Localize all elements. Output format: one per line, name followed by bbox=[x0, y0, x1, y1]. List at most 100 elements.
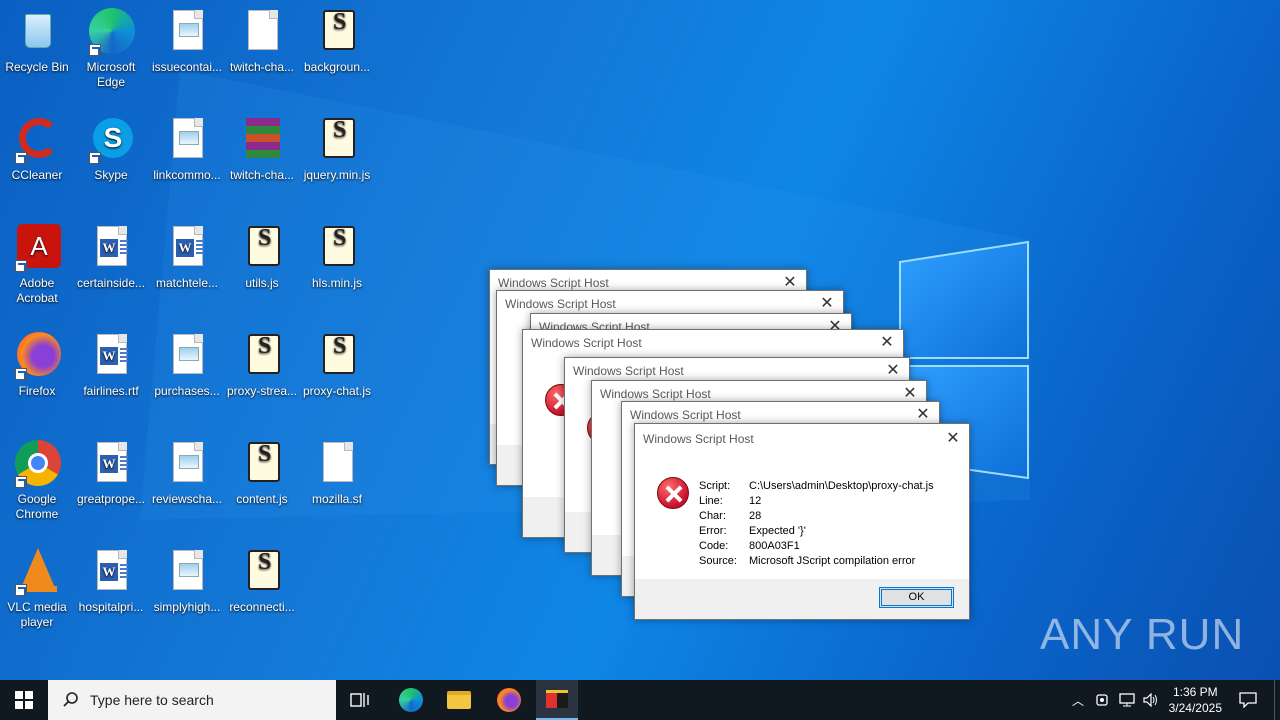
taskbar-file-explorer[interactable] bbox=[438, 680, 480, 720]
desktop-icon-file[interactable]: mozilla.sf bbox=[300, 440, 374, 507]
desktop-icon-file[interactable]: backgroun... bbox=[300, 8, 374, 75]
clock[interactable]: 1:36 PM 3/24/2025 bbox=[1169, 684, 1222, 716]
desktop-icon-file[interactable]: proxy-chat.js bbox=[300, 332, 374, 399]
desktop-icon-firefox[interactable]: Firefox bbox=[0, 332, 74, 399]
script-label: Script: bbox=[699, 480, 731, 492]
desktop-icon-file[interactable]: W hospitalpri... bbox=[74, 548, 148, 615]
desktop-icon-ccleaner[interactable]: CCleaner bbox=[0, 116, 74, 183]
edge-icon bbox=[87, 8, 135, 56]
desktop-icon-label: jquery.min.js bbox=[303, 168, 371, 182]
task-view-icon bbox=[350, 693, 369, 707]
clock-time: 1:36 PM bbox=[1172, 685, 1218, 699]
desktop-icon-google-chrome[interactable]: Google Chrome bbox=[0, 440, 74, 522]
windows-icon bbox=[15, 691, 33, 709]
taskbar-firefox[interactable] bbox=[488, 680, 530, 720]
error-label: Error: bbox=[699, 525, 727, 537]
desktop-icon-file[interactable]: W fairlines.rtf bbox=[74, 332, 148, 399]
script-file-icon bbox=[238, 224, 286, 272]
desktop-icon-file[interactable]: simplyhigh... bbox=[150, 548, 224, 615]
tray-network-icon[interactable] bbox=[1116, 680, 1138, 720]
script-file-icon bbox=[313, 116, 361, 164]
firefox-icon bbox=[497, 688, 521, 712]
dialog-title: Windows Script Host bbox=[505, 297, 616, 311]
image-file-icon bbox=[163, 440, 211, 488]
line-label: Line: bbox=[699, 495, 723, 507]
desktop-icon-label: reconnecti... bbox=[229, 600, 295, 614]
desktop-icon-file[interactable]: reviewscha... bbox=[150, 440, 224, 507]
desktop-icon-label: linkcommo... bbox=[153, 168, 221, 182]
desktop-icon-label: Recycle Bin bbox=[5, 60, 69, 74]
desktop-icon-label: Adobe Acrobat bbox=[16, 276, 58, 305]
desktop-icon-label: hls.min.js bbox=[311, 276, 362, 290]
speaker-icon bbox=[1143, 693, 1157, 707]
desktop-icon-file[interactable]: utils.js bbox=[225, 224, 299, 291]
desktop-icon-file[interactable]: twitch-cha... bbox=[225, 8, 299, 75]
image-file-icon bbox=[163, 332, 211, 380]
word-file-icon: W bbox=[163, 224, 211, 272]
tray-device-icon[interactable] bbox=[1092, 680, 1112, 720]
char-value: 28 bbox=[749, 510, 762, 522]
desktop-icon-label: utils.js bbox=[245, 276, 279, 290]
desktop-icon-skype[interactable]: S Skype bbox=[74, 116, 148, 183]
close-icon[interactable]: ✕ bbox=[879, 330, 895, 356]
desktop-icon-label: VLC media player bbox=[7, 600, 67, 629]
start-button[interactable] bbox=[0, 680, 48, 720]
desktop-icon-label: greatprope... bbox=[76, 492, 146, 506]
taskbar-edge[interactable] bbox=[390, 680, 432, 720]
script-file-icon bbox=[313, 332, 361, 380]
desktop-icon-label: simplyhigh... bbox=[153, 600, 221, 614]
ccleaner-icon bbox=[13, 116, 61, 164]
watermark: ANY RUN bbox=[1040, 610, 1245, 659]
clock-date: 3/24/2025 bbox=[1168, 701, 1222, 715]
network-icon bbox=[1119, 693, 1135, 707]
desktop-icon-adobe-acrobat[interactable]: A Adobe Acrobat bbox=[0, 224, 74, 306]
desktop-icon-vlc[interactable]: VLC media player bbox=[0, 548, 74, 630]
desktop-icon-file[interactable]: issuecontai... bbox=[150, 8, 224, 75]
acrobat-icon: A bbox=[13, 224, 61, 272]
desktop-icon-file[interactable]: proxy-strea... bbox=[225, 332, 299, 399]
script-host-error-dialog[interactable]: Windows Script Host ✕ Script: C:\Users\ad… bbox=[634, 423, 970, 620]
tray-volume-icon[interactable] bbox=[1140, 680, 1162, 720]
blank-file-icon bbox=[313, 440, 361, 488]
desktop-icon-file[interactable]: hls.min.js bbox=[300, 224, 374, 291]
taskbar: Type here to search ︿ 1:36 PM 3/24/2025 bbox=[0, 680, 1280, 720]
close-icon[interactable]: ✕ bbox=[945, 424, 961, 454]
desktop-icon-recycle-bin[interactable]: Recycle Bin bbox=[0, 8, 74, 75]
desktop-icon-label: Skype bbox=[94, 168, 128, 182]
ok-button[interactable]: OK bbox=[879, 587, 954, 608]
desktop-icon-label: certainside... bbox=[76, 276, 146, 290]
show-desktop-button[interactable] bbox=[1274, 680, 1280, 720]
dialog-title: Windows Script Host bbox=[573, 364, 684, 378]
desktop-icon-file[interactable]: W greatprope... bbox=[74, 440, 148, 507]
dialog-title: Windows Script Host bbox=[531, 336, 642, 350]
desktop-icon-file[interactable]: reconnecti... bbox=[225, 548, 299, 615]
desktop-icon-label: matchtele... bbox=[155, 276, 219, 290]
script-file-icon bbox=[238, 440, 286, 488]
desktop-icon-file[interactable]: twitch-cha... bbox=[225, 116, 299, 183]
desktop-icon-label: Firefox bbox=[18, 384, 56, 398]
desktop-icon-label: Microsoft Edge bbox=[86, 60, 136, 89]
show-hidden-icons-button[interactable]: ︿ bbox=[1068, 680, 1088, 720]
desktop-icon-file[interactable]: W certainside... bbox=[74, 224, 148, 291]
desktop-icon-file[interactable]: purchases... bbox=[150, 332, 224, 399]
desktop-icon-label: purchases... bbox=[154, 384, 220, 398]
archive-file-icon bbox=[238, 116, 286, 164]
image-file-icon bbox=[163, 116, 211, 164]
desktop-icon-label: fairlines.rtf bbox=[83, 384, 139, 398]
char-label: Char: bbox=[699, 510, 726, 522]
desktop-icon-file[interactable]: jquery.min.js bbox=[300, 116, 374, 183]
desktop-icon-file[interactable]: content.js bbox=[225, 440, 299, 507]
error-icon bbox=[657, 477, 689, 509]
word-file-icon: W bbox=[87, 548, 135, 596]
notification-icon bbox=[1239, 692, 1257, 708]
desktop-icon-label: twitch-cha... bbox=[229, 168, 295, 182]
desktop-icon-microsoft-edge[interactable]: Microsoft Edge bbox=[74, 8, 148, 90]
task-view-button[interactable] bbox=[340, 680, 380, 720]
edge-icon bbox=[399, 688, 423, 712]
code-label: Code: bbox=[699, 540, 729, 552]
desktop-icon-file[interactable]: W matchtele... bbox=[150, 224, 224, 291]
search-box[interactable]: Type here to search bbox=[48, 680, 336, 720]
desktop-icon-file[interactable]: linkcommo... bbox=[150, 116, 224, 183]
notification-center-button[interactable] bbox=[1230, 680, 1266, 720]
taskbar-script-host[interactable] bbox=[536, 680, 578, 720]
